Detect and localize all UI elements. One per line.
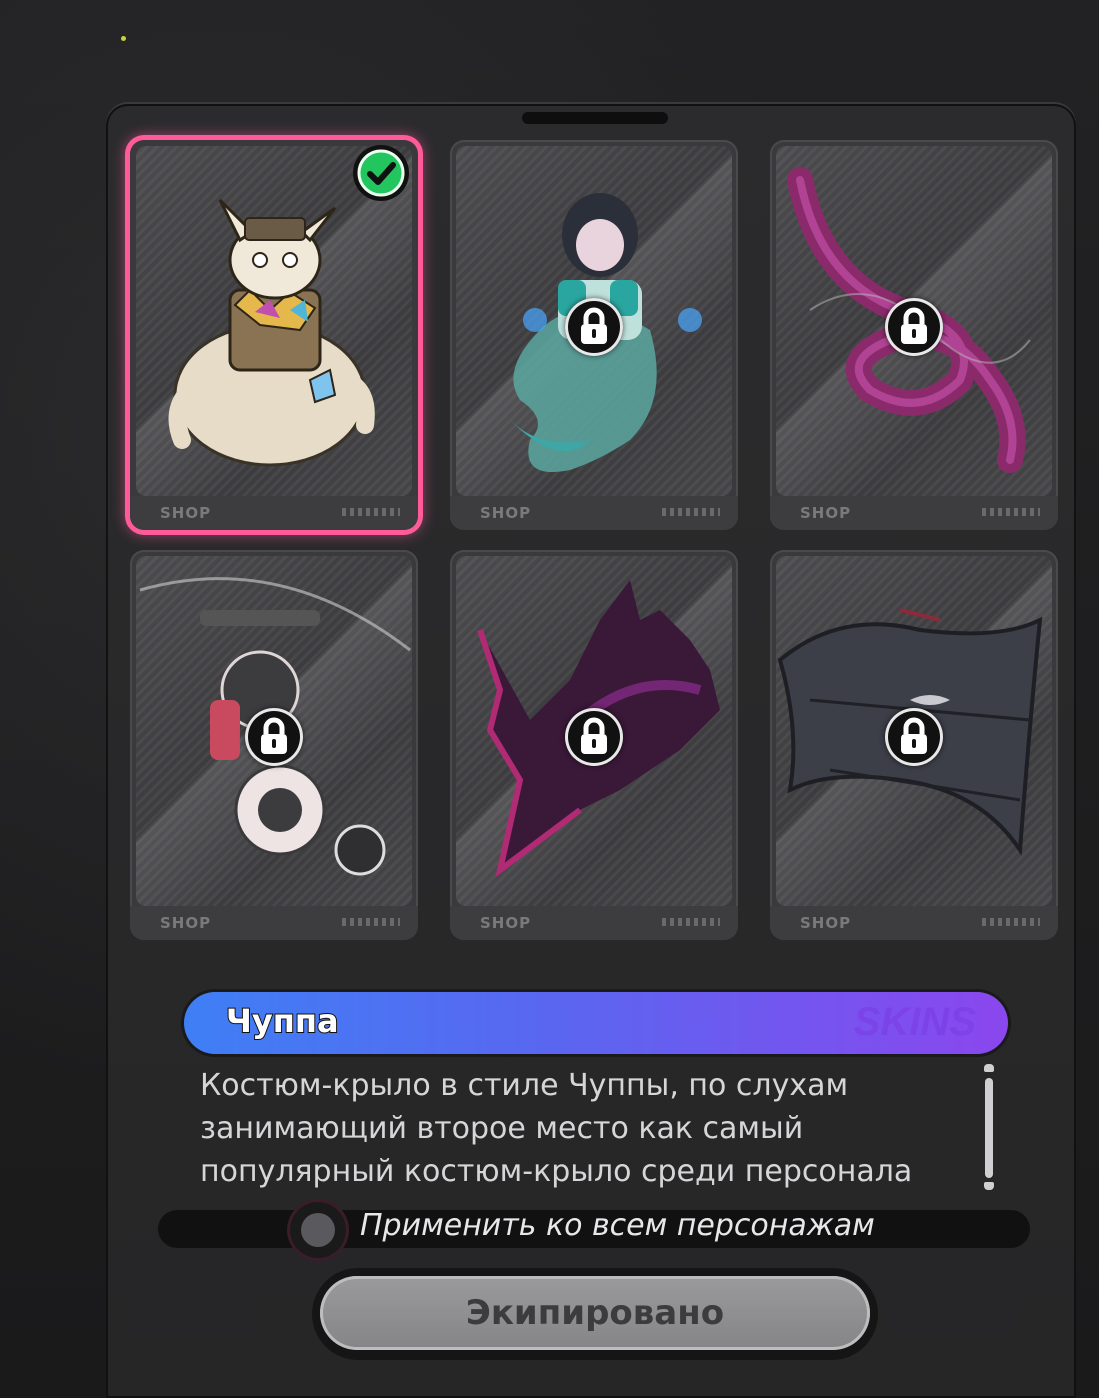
shop-logo: SHOP [160,914,212,932]
lock-icon [565,298,623,356]
skin-card-chuppa[interactable]: SHOP [130,140,418,530]
skin-card-ribbon[interactable]: SHOP [770,140,1058,530]
checker-pattern [982,508,1040,516]
checker-pattern [342,918,400,926]
apply-all-label[interactable]: Применить ко всем персонажам [360,1208,875,1243]
checker-pattern [342,508,400,516]
card-footer: SHOP [450,906,738,940]
card-footer: SHOP [770,906,1058,940]
shop-logo: SHOP [800,914,852,932]
skin-name-bar: Чуппа SKINS [184,992,1008,1054]
toggle-knob [301,1213,335,1247]
card-footer: SHOP [130,906,418,940]
shop-logo: SHOP [480,914,532,932]
indicator-dot [121,36,126,41]
equip-button-label: Экипировано [320,1276,870,1350]
shop-logo: SHOP [800,504,852,522]
skin-card-ghost[interactable]: SHOP [450,140,738,530]
checker-pattern [662,918,720,926]
scroll-down-arrow[interactable] [984,1182,994,1190]
shop-logo: SHOP [480,504,532,522]
checker-pattern [662,508,720,516]
shop-logo: SHOP [160,504,212,522]
skin-description: Костюм-крыло в стиле Чуппы, по слухам за… [200,1068,913,1189]
skin-card-mech[interactable]: SHOP [130,550,418,940]
checker-pattern [982,918,1040,926]
skins-tag: SKINS [853,1000,976,1044]
card-footer: SHOP [450,496,738,530]
description-scrollbar[interactable] [982,1064,996,1192]
scroll-up-arrow[interactable] [984,1064,994,1072]
lock-icon [565,708,623,766]
drag-handle[interactable] [522,112,668,124]
skin-name: Чуппа [225,1001,340,1041]
equip-button[interactable]: Экипировано [312,1268,878,1360]
equipped-check-icon [353,145,409,201]
card-footer: SHOP [770,496,1058,530]
skin-card-shadow-wing[interactable]: SHOP [450,550,738,940]
lock-icon [885,708,943,766]
lock-icon [245,708,303,766]
lock-icon [885,298,943,356]
scroll-thumb[interactable] [985,1078,993,1178]
apply-all-toggle[interactable] [290,1202,346,1258]
card-footer: SHOP [130,496,418,530]
skin-card-bat-glider[interactable]: SHOP [770,550,1058,940]
